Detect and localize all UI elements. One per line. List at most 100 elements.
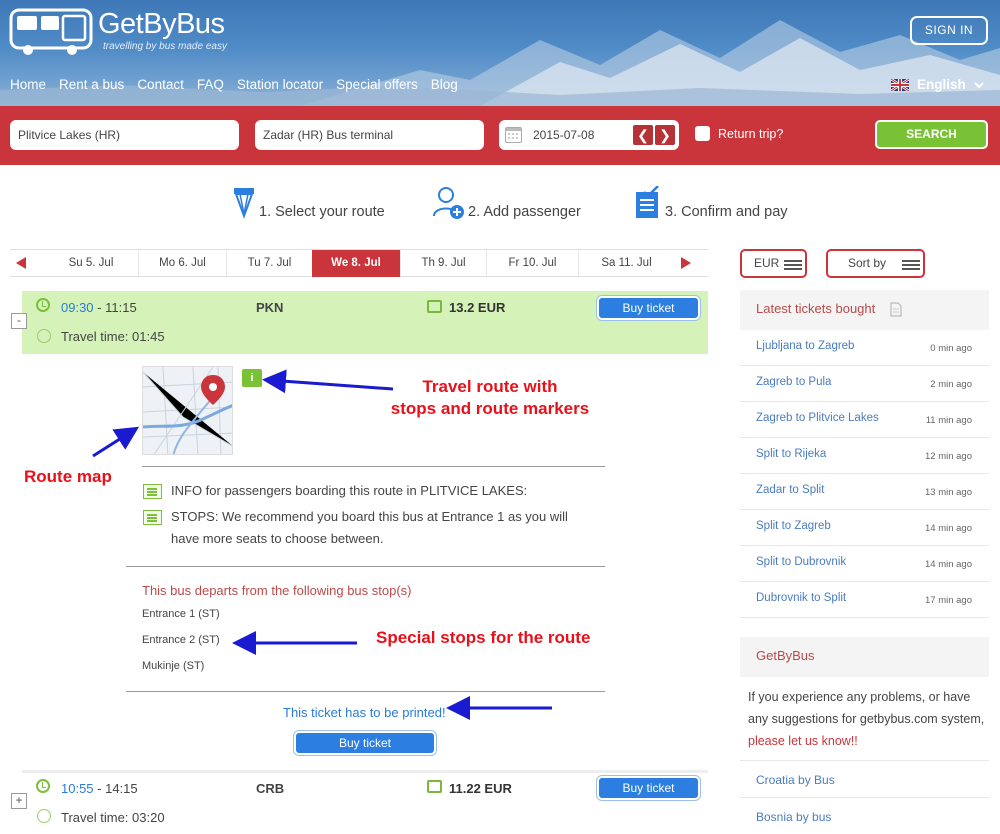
uk-flag-icon <box>891 78 909 91</box>
prev-day-arrow-icon[interactable] <box>16 257 26 269</box>
add-passenger-icon <box>433 187 464 219</box>
return-trip-label: Return trip? <box>718 127 784 141</box>
annotation-route-info-line2: stops and route markers <box>390 399 590 418</box>
ticket-item[interactable]: Split to Zagreb 14 min ago <box>740 510 989 546</box>
carrier-code: PKN <box>256 300 284 315</box>
ticket-item[interactable]: Dubrovnik to Split 17 min ago <box>740 582 989 618</box>
ticket-time: 2 min ago <box>930 379 972 390</box>
ticket-route: Zadar to Split <box>756 484 825 496</box>
expand-toggle[interactable]: + <box>11 793 27 809</box>
collapse-toggle[interactable]: - <box>11 313 27 329</box>
divider <box>142 466 605 467</box>
departure-time: 09:30 <box>61 300 94 315</box>
annotation-route-info-line1: Travel route with <box>422 377 558 396</box>
duration-icon <box>37 809 51 823</box>
sign-in-button[interactable]: SIGN IN <box>910 16 988 45</box>
nav-blog[interactable]: Blog <box>431 77 458 92</box>
help-text: If you experience any problems, or have … <box>748 690 985 726</box>
nav-rent-a-bus[interactable]: Rent a bus <box>59 77 124 92</box>
clipboard-check-icon <box>636 186 659 218</box>
bus-stop-item: Mukinje (ST) <box>142 660 205 672</box>
ticket-item[interactable]: Zagreb to Pula 2 min ago <box>740 366 989 402</box>
next-day-arrow-icon[interactable] <box>681 257 691 269</box>
return-trip-checkbox[interactable] <box>695 126 710 141</box>
buy-ticket-button[interactable]: Buy ticket <box>597 776 700 800</box>
day-tab[interactable]: Su 5. Jul <box>44 250 138 277</box>
prev-date-button[interactable]: ❮ <box>632 124 654 146</box>
buy-ticket-button-detail[interactable]: Buy ticket <box>294 731 436 755</box>
contact-link[interactable]: please let us know!! <box>748 734 858 748</box>
route-row[interactable]: 09:30 - 11:15 PKN 13.2 EUR Buy ticket Tr… <box>22 291 708 354</box>
next-date-button[interactable]: ❯ <box>654 124 676 146</box>
ticket-time: 17 min ago <box>924 595 972 606</box>
ticket-item[interactable]: Split to Dubrovnik 14 min ago <box>740 546 989 582</box>
route-price: 13.2 EUR <box>449 300 506 315</box>
route-map-thumbnail[interactable] <box>142 366 233 455</box>
ticket-item[interactable]: Zadar to Split 13 min ago <box>740 474 989 510</box>
route-row[interactable]: 10:55 - 14:15 CRB 11.22 EUR Buy ticket T… <box>22 770 708 833</box>
note-icon <box>143 510 162 525</box>
logo-tagline: travelling by bus made easy <box>103 41 227 52</box>
buy-ticket-button[interactable]: Buy ticket <box>597 296 700 320</box>
sort-select[interactable]: Sort by <box>826 249 925 278</box>
country-link[interactable]: Croatia by Bus <box>740 760 989 798</box>
site-logo[interactable] <box>8 6 94 56</box>
ticket-route: Split to Rijeka <box>756 448 827 460</box>
stops-note-line1: STOPS: We recommend you board this bus a… <box>171 509 568 524</box>
ticket-time: 14 min ago <box>924 523 972 534</box>
calendar-icon <box>505 127 522 143</box>
day-tab[interactable]: Sa 11. Jul <box>578 250 674 277</box>
date-value: 2015-07-08 <box>533 128 595 142</box>
route-info-button[interactable]: i <box>242 369 262 387</box>
divider <box>126 566 605 567</box>
ticket-item[interactable]: Ljubljana to Zagreb 0 min ago <box>740 330 989 366</box>
ticket-route: Split to Dubrovnik <box>756 556 847 568</box>
nav-special-offers[interactable]: Special offers <box>336 77 418 92</box>
annotation-special-stops: Special stops for the route <box>376 628 591 647</box>
bus-logo-icon <box>9 8 93 55</box>
ticket-item[interactable]: Zagreb to Plitvice Lakes 11 min ago <box>740 402 989 438</box>
language-label: English <box>917 77 966 92</box>
logo-text[interactable]: GetByBus <box>98 8 225 41</box>
nav-faq[interactable]: FAQ <box>197 77 224 92</box>
day-tabs: Su 5. Jul Mo 6. Jul Tu 7. Jul We 8. Jul … <box>10 249 708 277</box>
search-button[interactable]: SEARCH <box>875 120 988 149</box>
day-tab-active[interactable]: We 8. Jul <box>312 250 400 277</box>
currency-select[interactable]: EUR <box>740 249 807 278</box>
nav-home[interactable]: Home <box>10 77 46 92</box>
from-input[interactable]: Plitvice Lakes (HR) <box>10 120 239 150</box>
day-tab[interactable]: Mo 6. Jul <box>138 250 226 277</box>
day-tab[interactable]: Tu 7. Jul <box>226 250 312 277</box>
ticket-route: Zagreb to Plitvice Lakes <box>756 412 879 424</box>
step-confirm-pay: 3. Confirm and pay <box>665 204 788 220</box>
day-tab[interactable]: Th 9. Jul <box>400 250 486 277</box>
carrier-code: CRB <box>256 781 285 796</box>
day-tab[interactable]: Fr 10. Jul <box>486 250 578 277</box>
step-add-passenger: 2. Add passenger <box>468 204 581 220</box>
divider <box>126 691 605 692</box>
ticket-item[interactable]: Split to Rijeka 12 min ago <box>740 438 989 474</box>
route-times: 09:30 - 11:15 <box>61 300 137 315</box>
ticket-time: 11 min ago <box>925 415 972 426</box>
route-times: 10:55 - 14:15 <box>61 781 138 796</box>
getbybus-help-text: If you experience any problems, or have … <box>748 686 988 752</box>
language-selector[interactable]: English <box>891 77 984 92</box>
latest-tickets-header: Latest tickets bought <box>740 290 989 330</box>
date-picker[interactable]: 2015-07-08 ❮ ❯ <box>499 120 679 150</box>
departure-time: 10:55 <box>61 781 94 796</box>
ticket-time: 0 min ago <box>930 343 972 354</box>
nav-station-locator[interactable]: Station locator <box>237 77 323 92</box>
sort-label: Sort by <box>848 256 887 270</box>
country-link[interactable]: Bosnia by bus <box>740 798 989 834</box>
bus-stop-item: Entrance 1 (ST) <box>142 608 220 620</box>
travel-time: Travel time: 01:45 <box>61 329 165 344</box>
arrow-to-map-icon <box>92 426 140 458</box>
ticket-time: 12 min ago <box>924 451 972 462</box>
to-input[interactable]: Zadar (HR) Bus terminal <box>255 120 484 150</box>
site-header: GetByBus travelling by bus made easy SIG… <box>0 0 1000 106</box>
nav-contact[interactable]: Contact <box>137 77 184 92</box>
chevron-down-icon <box>974 81 984 88</box>
travel-time: Travel time: 03:20 <box>61 810 165 825</box>
search-bar: Plitvice Lakes (HR) Zadar (HR) Bus termi… <box>0 106 1000 165</box>
step-select-route: 1. Select your route <box>259 204 385 220</box>
